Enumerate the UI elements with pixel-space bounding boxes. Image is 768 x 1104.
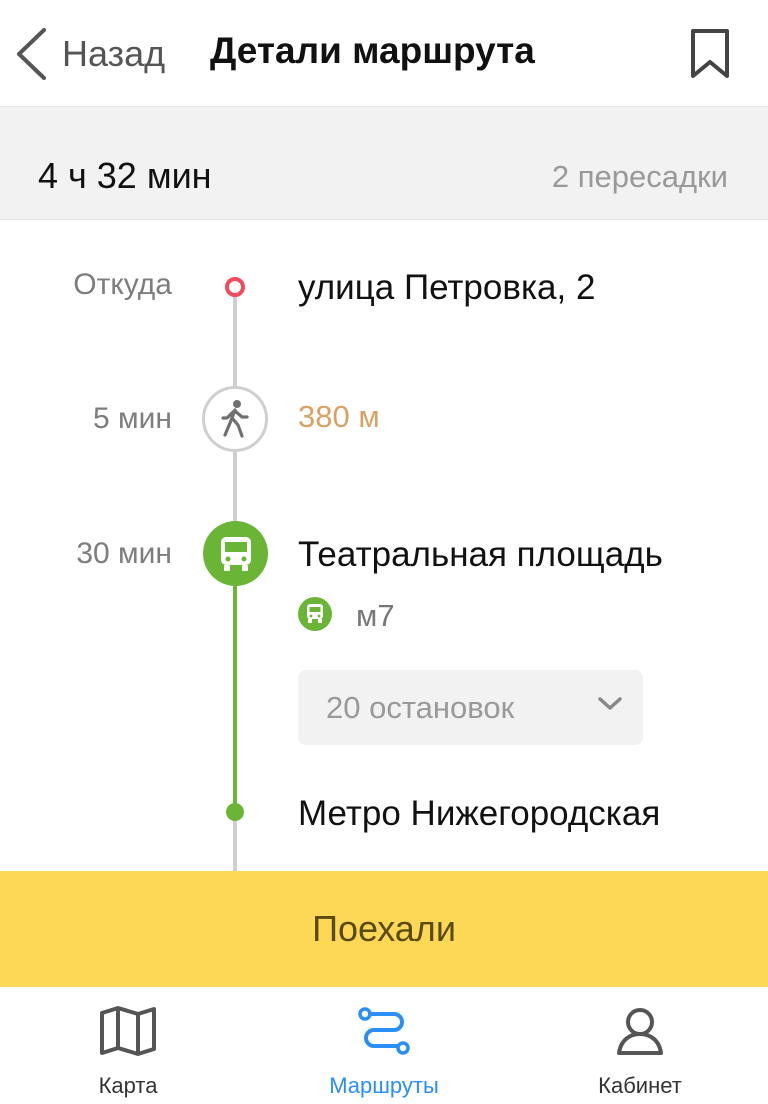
bookmark-button[interactable] [686,28,734,80]
chevron-down-icon [597,696,623,717]
bus-route-icon [298,597,332,631]
stop-marker [226,803,244,821]
route-duration: 4 ч 32 мин [38,155,212,196]
tab-routes[interactable]: Маршруты [256,987,512,1104]
map-icon [98,1005,158,1062]
tab-profile[interactable]: Кабинет [512,987,768,1104]
header: Назад Детали маршрута [0,0,768,107]
tab-routes-label: Маршруты [329,1073,439,1098]
timeline-walk-line [233,292,237,390]
back-label: Назад [62,33,166,74]
stops-dropdown[interactable]: 20 остановок [298,670,643,745]
bookmark-icon [686,29,734,84]
profile-icon [613,1005,667,1064]
timeline-walk-line-lower [233,448,237,524]
route-summary: 4 ч 32 мин 2 пересадки [0,107,768,220]
bus-stop-name: Театральная площадь [298,535,663,574]
tab-profile-label: Кабинет [598,1073,682,1098]
bus-icon [203,521,268,586]
timeline-continue-line [233,818,237,871]
walk-duration: 5 мин [93,402,172,435]
walking-icon [202,386,268,452]
bus-route-number: м7 [356,598,395,633]
tab-map-label: Карта [98,1073,158,1098]
go-button-label: Поехали [312,908,456,949]
page-title: Детали маршрута [210,30,535,71]
transfers-count: 2 пересадки [551,159,728,194]
routes-icon [356,1005,412,1062]
tab-map[interactable]: Карта [0,987,256,1104]
go-button[interactable]: Поехали [0,871,768,987]
stops-count: 20 остановок [326,690,515,725]
origin-place: улица Петровка, 2 [298,268,596,307]
chevron-left-icon [14,27,48,81]
next-stop-name: Метро Нижегородская [298,794,661,833]
bus-duration: 30 мин [76,537,172,570]
tab-bar: Карта Маршруты Кабинет [0,987,768,1104]
walk-distance: 380 м [298,399,380,434]
origin-label: Откуда [73,268,172,301]
timeline-bus-line [233,580,237,812]
back-button[interactable]: Назад [14,24,165,84]
origin-marker [225,277,245,297]
